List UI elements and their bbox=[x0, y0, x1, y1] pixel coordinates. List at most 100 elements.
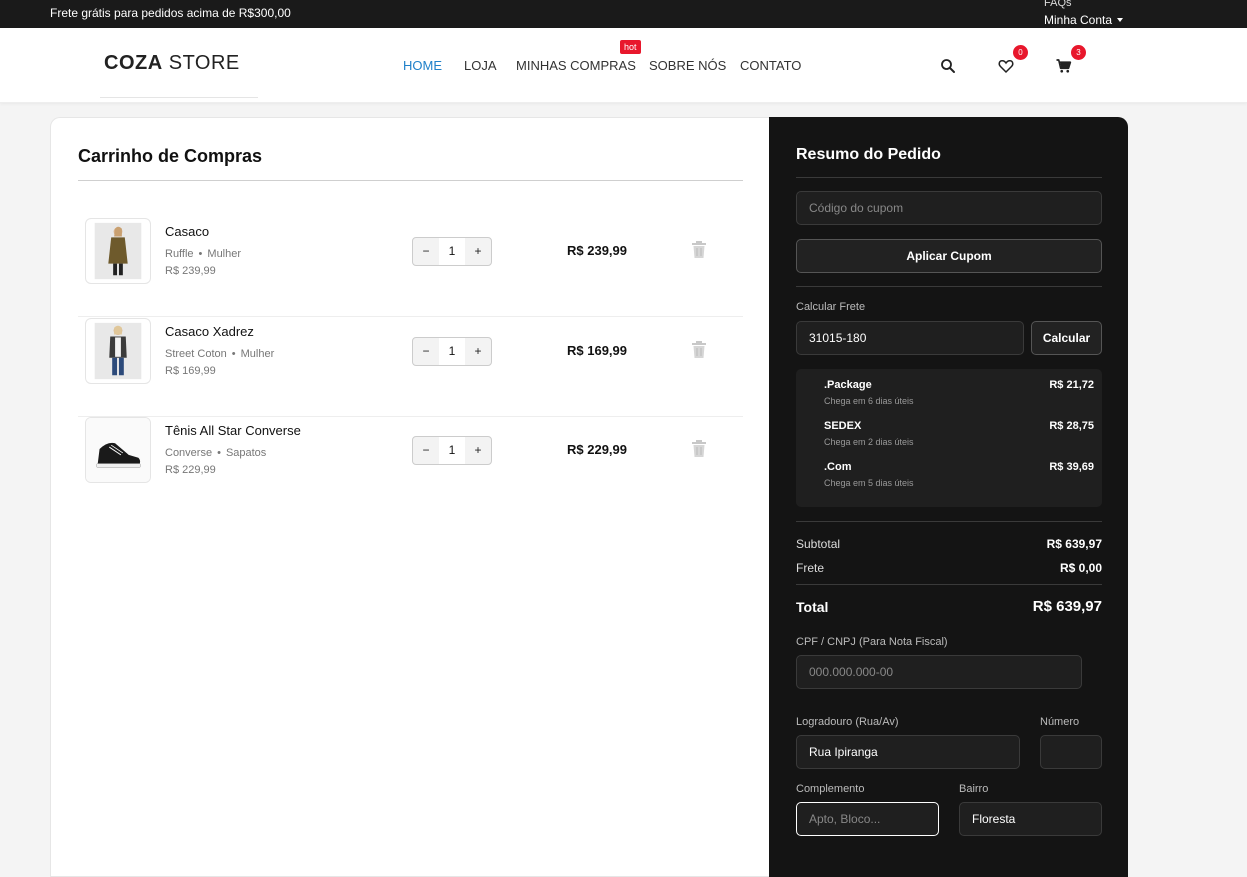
product-unit-price: R$ 169,99 bbox=[165, 365, 216, 377]
product-unit-price: R$ 229,99 bbox=[165, 464, 216, 476]
product-category: Mulher bbox=[207, 248, 242, 260]
decrease-qty-button[interactable]: − bbox=[413, 437, 439, 464]
summary-divider bbox=[796, 177, 1102, 178]
zip-code-input[interactable] bbox=[796, 321, 1024, 355]
cart-count-badge: 3 bbox=[1071, 45, 1086, 60]
complement-input[interactable] bbox=[796, 802, 939, 836]
item-total: R$ 169,99 bbox=[567, 343, 627, 358]
shipping-options: .Package Chega em 6 dias úteis R$ 21,72 … bbox=[796, 369, 1102, 507]
top-bar: Frete grátis para pedidos acima de R$300… bbox=[0, 0, 1247, 28]
hot-badge: hot bbox=[620, 40, 641, 54]
nav-home[interactable]: HOME bbox=[403, 58, 442, 73]
freight-value: R$ 0,00 bbox=[1059, 561, 1102, 575]
shipping-eta: Chega em 2 dias úteis bbox=[824, 437, 914, 447]
qty-value[interactable]: 1 bbox=[439, 437, 465, 464]
summary-divider bbox=[796, 286, 1102, 287]
street-input[interactable] bbox=[796, 735, 1020, 769]
shipping-eta: Chega em 6 dias úteis bbox=[824, 396, 914, 406]
number-input[interactable] bbox=[1040, 735, 1102, 769]
increase-qty-button[interactable]: + bbox=[465, 338, 491, 365]
qty-value[interactable]: 1 bbox=[439, 338, 465, 365]
cart-icon[interactable] bbox=[1055, 57, 1073, 75]
my-account-dropdown[interactable]: Minha Conta bbox=[1044, 13, 1124, 27]
product-category: Sapatos bbox=[225, 447, 267, 459]
item-total: R$ 229,99 bbox=[567, 442, 627, 457]
nav-my-orders[interactable]: MINHAS COMPRAS bbox=[516, 58, 636, 73]
search-icon[interactable] bbox=[939, 57, 957, 75]
nav-contact[interactable]: CONTATO bbox=[740, 58, 801, 73]
total-value: R$ 639,97 bbox=[1032, 598, 1102, 615]
item-total: R$ 239,99 bbox=[567, 243, 627, 258]
product-name[interactable]: Casaco bbox=[165, 224, 209, 239]
nav-shop[interactable]: LOJA bbox=[464, 58, 497, 73]
cart-panel: Carrinho de Compras Casaco Ruffle • Mulher… bbox=[50, 117, 769, 877]
logo[interactable]: COZA STORE bbox=[104, 52, 240, 75]
subtotal-value: R$ 639,97 bbox=[1046, 537, 1102, 551]
subtotal-label: Subtotal bbox=[796, 537, 841, 551]
increase-qty-button[interactable]: + bbox=[465, 437, 491, 464]
district-input[interactable] bbox=[959, 802, 1102, 836]
meta-separator: • bbox=[198, 248, 203, 260]
decrease-qty-button[interactable]: − bbox=[413, 238, 439, 265]
qty-value[interactable]: 1 bbox=[439, 238, 465, 265]
product-thumbnail[interactable] bbox=[85, 218, 151, 284]
plaid-coat-model-icon bbox=[94, 322, 142, 380]
shipping-name: .Com bbox=[824, 461, 852, 473]
quantity-stepper: − 1 + bbox=[412, 237, 492, 266]
increase-qty-button[interactable]: + bbox=[465, 238, 491, 265]
cart-item: Casaco Ruffle • Mulher R$ 239,99 − 1 + R$ … bbox=[78, 218, 743, 317]
shipping-price: R$ 28,75 bbox=[1049, 420, 1094, 432]
product-meta: Converse • Sapatos bbox=[165, 447, 266, 459]
product-brand: Ruffle bbox=[165, 248, 194, 260]
total-label: Total bbox=[796, 599, 829, 615]
shipping-price: R$ 39,69 bbox=[1049, 461, 1094, 473]
product-meta: Ruffle • Mulher bbox=[165, 248, 241, 260]
summary-title: Resumo do Pedido bbox=[796, 146, 941, 163]
freight-label: Frete bbox=[796, 561, 825, 575]
district-label: Bairro bbox=[959, 783, 989, 795]
wishlist-count-badge: 0 bbox=[1013, 45, 1028, 60]
trash-icon[interactable] bbox=[691, 440, 707, 458]
quantity-stepper: − 1 + bbox=[412, 337, 492, 366]
coat-model-icon bbox=[94, 222, 142, 280]
meta-separator: • bbox=[231, 348, 236, 360]
street-label: Logradouro (Rua/Av) bbox=[796, 716, 899, 728]
faqs-link[interactable]: FAQs bbox=[1044, 0, 1072, 9]
complement-label: Complemento bbox=[796, 783, 865, 795]
cart-item: Tênis All Star Converse Converse • Sapatos… bbox=[78, 417, 743, 516]
product-brand: Street Coton bbox=[165, 348, 227, 360]
quantity-stepper: − 1 + bbox=[412, 436, 492, 465]
nav-about[interactable]: SOBRE NÓS bbox=[649, 58, 726, 73]
product-category: Mulher bbox=[240, 348, 275, 360]
cart-item: Casaco Xadrez Street Coton • Mulher R$ 169… bbox=[78, 318, 743, 417]
summary-divider bbox=[796, 521, 1102, 522]
meta-separator: • bbox=[217, 447, 221, 459]
product-name[interactable]: Tênis All Star Converse bbox=[165, 423, 301, 438]
logo-bold: COZA bbox=[104, 52, 163, 74]
shipping-name: .Package bbox=[824, 379, 872, 391]
product-thumbnail[interactable] bbox=[85, 417, 151, 483]
shipping-price: R$ 21,72 bbox=[1049, 379, 1094, 391]
logo-light: STORE bbox=[162, 52, 240, 74]
product-meta: Street Coton • Mulher bbox=[165, 348, 274, 360]
decrease-qty-button[interactable]: − bbox=[413, 338, 439, 365]
logo-underline bbox=[100, 97, 258, 98]
my-account-label: Minha Conta bbox=[1044, 13, 1113, 27]
cart-title: Carrinho de Compras bbox=[78, 146, 263, 166]
coupon-input[interactable] bbox=[796, 191, 1102, 225]
cpf-input[interactable] bbox=[796, 655, 1082, 689]
order-summary-panel: Resumo do Pedido Aplicar Cupom Calcular … bbox=[769, 117, 1128, 877]
product-thumbnail[interactable] bbox=[85, 318, 151, 384]
calculate-shipping-button[interactable]: Calcular bbox=[1031, 321, 1102, 355]
number-label: Número bbox=[1040, 716, 1080, 728]
product-name[interactable]: Casaco Xadrez bbox=[165, 324, 254, 339]
site-header: COZA STORE HOME LOJA MINHAS COMPRAS hot … bbox=[0, 28, 1247, 103]
heart-icon[interactable] bbox=[997, 57, 1015, 75]
product-brand: Converse bbox=[165, 447, 213, 459]
trash-icon[interactable] bbox=[691, 341, 707, 359]
trash-icon[interactable] bbox=[691, 241, 707, 259]
cart-divider bbox=[78, 180, 743, 181]
summary-divider bbox=[796, 584, 1102, 585]
shipping-eta: Chega em 5 dias úteis bbox=[824, 478, 914, 488]
apply-coupon-button[interactable]: Aplicar Cupom bbox=[796, 239, 1102, 273]
